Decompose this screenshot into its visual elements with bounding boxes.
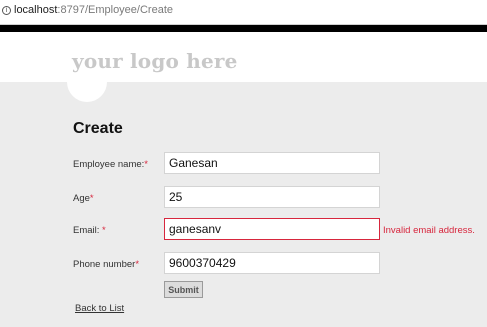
age-label: Age* — [73, 193, 94, 204]
back-to-list-link[interactable]: Back to List — [75, 303, 124, 314]
site-logo[interactable]: your logo here — [72, 49, 238, 73]
employee-name-field[interactable] — [164, 152, 380, 174]
url-host: localhost — [14, 4, 58, 16]
age-label-text: Age — [73, 193, 90, 204]
phone-number-label-text: Phone number — [73, 259, 136, 270]
email-label: Email: * — [73, 225, 106, 236]
phone-number-label: Phone number* — [73, 259, 139, 270]
address-bar[interactable]: i localhost:8797/Employee/Create — [0, 0, 487, 25]
employee-name-label: Employee name:* — [73, 159, 148, 170]
email-error-message: Invalid email address. — [383, 225, 475, 236]
required-marker: * — [102, 225, 106, 236]
page-title: Create — [73, 120, 123, 137]
age-field[interactable] — [164, 186, 380, 208]
employee-name-label-text: Employee name: — [73, 159, 145, 170]
submit-button[interactable]: Submit — [164, 281, 203, 298]
info-icon[interactable]: i — [2, 6, 11, 15]
email-field[interactable] — [164, 218, 380, 240]
url-text[interactable]: localhost:8797/Employee/Create — [14, 4, 173, 16]
url-path: :8797/Employee/Create — [57, 4, 173, 16]
required-marker: * — [89, 193, 94, 204]
top-bar — [0, 25, 487, 32]
phone-number-field[interactable] — [164, 252, 380, 274]
email-label-text: Email: — [73, 225, 103, 236]
required-marker: * — [144, 159, 148, 170]
required-marker: * — [135, 259, 140, 270]
